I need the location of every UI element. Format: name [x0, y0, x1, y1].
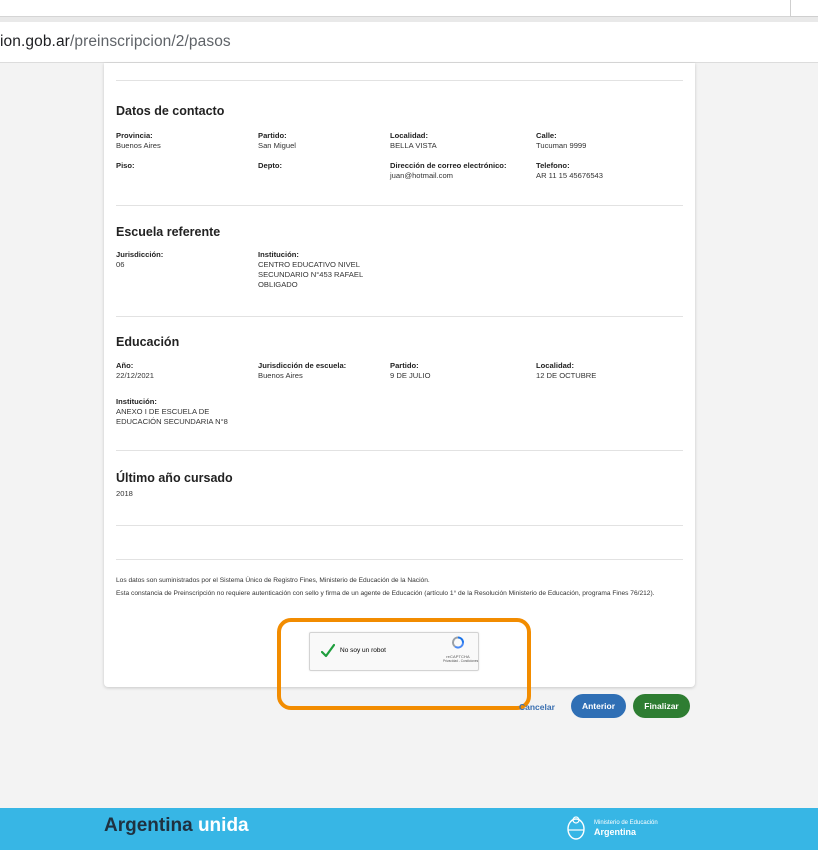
url-text[interactable]: ion.gob.ar/preinscripcion/2/pasos — [0, 33, 231, 51]
field-jurisdiccion: Jurisdicción: 06 — [116, 250, 246, 270]
browser-tab-strip — [0, 0, 818, 22]
field-value: juan@hotmail.com — [390, 171, 454, 180]
field-label: Partido: — [258, 131, 287, 140]
divider — [116, 450, 683, 451]
field-calle: Calle: Tucuman 9999 — [536, 131, 676, 151]
divider — [116, 559, 683, 560]
browser-tab[interactable] — [0, 0, 790, 17]
new-tab-area[interactable] — [790, 0, 818, 17]
field-label: Piso: — [116, 161, 135, 170]
field-label: Partido: — [390, 361, 419, 370]
coat-of-arms-icon — [567, 816, 585, 840]
field-value: San Miguel — [258, 141, 296, 150]
field-value: Tucuman 9999 — [536, 141, 587, 150]
previous-button[interactable]: Anterior — [571, 694, 626, 718]
field-label: Jurisdicción: — [116, 250, 164, 259]
brand-main: Argentina — [104, 815, 198, 836]
field-value: 22/12/2021 — [116, 371, 155, 380]
site-footer: Argentina unida Ministerio de Educación … — [0, 808, 818, 850]
field-value: 12 DE OCTUBRE — [536, 371, 597, 380]
ministry-line-2: Argentina — [594, 827, 637, 837]
field-value: Buenos Aires — [116, 141, 161, 150]
field-partido-educacion: Partido: 9 DE JULIO — [390, 361, 530, 381]
field-value: AR 11 15 45676543 — [536, 171, 603, 180]
data-source-note: Los datos son suministrados por el Siste… — [116, 577, 430, 584]
field-localidad: Localidad: BELLA VISTA — [390, 131, 530, 151]
field-value: 2018 — [116, 489, 133, 498]
field-value: BELLA VISTA — [390, 141, 437, 150]
field-institucion-educacion: Institución: ANEXO I DE ESCUELA DE EDUCA… — [116, 397, 241, 427]
argentina-unida-logo: Argentina unida — [104, 815, 249, 837]
field-value: ANEXO I DE ESCUELA DE EDUCACIÓN SECUNDAR… — [116, 407, 228, 426]
section-title-escuela: Escuela referente — [116, 225, 221, 239]
field-piso: Piso: — [116, 161, 246, 171]
field-label: Localidad: — [390, 131, 428, 140]
field-partido: Partido: San Miguel — [258, 131, 388, 151]
field-label: Depto: — [258, 161, 283, 170]
address-bar[interactable]: ion.gob.ar/preinscripcion/2/pasos — [0, 22, 818, 63]
field-depto: Depto: — [258, 161, 388, 171]
section-title-ultimo: Último año cursado — [116, 471, 233, 485]
field-correo: Dirección de correo electrónico: juan@ho… — [390, 161, 535, 181]
finish-button[interactable]: Finalizar — [633, 694, 690, 718]
section-title-educacion: Educación — [116, 335, 180, 349]
field-label: Año: — [116, 361, 134, 370]
field-label: Dirección de correo electrónico: — [390, 161, 507, 170]
field-value: CENTRO EDUCATIVO NIVEL SECUNDARIO N°453 … — [258, 260, 363, 289]
divider — [116, 316, 683, 317]
field-telefono: Telefono: AR 11 15 45676543 — [536, 161, 676, 181]
authentication-note: Esta constancia de Preinscripción no req… — [116, 590, 655, 597]
captcha-highlight-box — [277, 618, 531, 710]
cancel-link[interactable]: Cancelar — [519, 702, 555, 712]
field-localidad-educacion: Localidad: 12 DE OCTUBRE — [536, 361, 676, 381]
field-jurisdiccion-escuela: Jurisdicción de escuela: Buenos Aires — [258, 361, 388, 381]
field-label: Jurisdicción de escuela: — [258, 361, 347, 370]
field-institucion-referente: Institución: CENTRO EDUCATIVO NIVEL SECU… — [258, 250, 376, 290]
divider — [116, 525, 683, 526]
field-value: 9 DE JULIO — [390, 371, 431, 380]
field-provincia: Provincia: Buenos Aires — [116, 131, 246, 151]
field-label: Telefono: — [536, 161, 570, 170]
field-ultimo-anio: 2018 — [116, 489, 246, 499]
field-value: 06 — [116, 260, 125, 269]
url-host: ion.gob.ar — [0, 33, 70, 50]
field-label: Localidad: — [536, 361, 574, 370]
field-label: Institución: — [116, 397, 157, 406]
divider — [116, 205, 683, 206]
field-label: Provincia: — [116, 131, 153, 140]
summary-card: Datos de contacto Provincia: Buenos Aire… — [104, 63, 695, 687]
page-content: Datos de contacto Provincia: Buenos Aire… — [0, 63, 818, 808]
field-label: Institución: — [258, 250, 299, 259]
divider — [116, 80, 683, 81]
field-label: Calle: — [536, 131, 557, 140]
ministry-logo: Ministerio de Educación Argentina — [566, 815, 658, 841]
brand-accent: unida — [197, 815, 249, 836]
field-anio: Año: 22/12/2021 — [116, 361, 246, 381]
url-path: /preinscripcion/2/pasos — [69, 33, 231, 50]
field-value: Buenos Aires — [258, 371, 303, 380]
section-title-contacto: Datos de contacto — [116, 104, 225, 118]
